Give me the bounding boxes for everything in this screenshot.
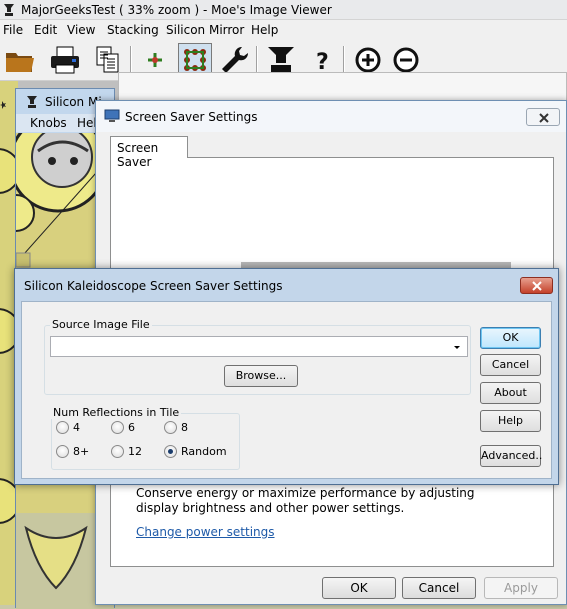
source-image-group-label: Source Image File (50, 318, 152, 331)
apply-button[interactable]: Apply (484, 577, 558, 599)
kaleidoscope-titlebar: Silicon Kaleidoscope Screen Saver Settin… (15, 269, 558, 301)
radio-label: 8+ (73, 445, 90, 458)
main-window-title: MajorGeeksTest ( 33% zoom ) - Moe's Imag… (21, 3, 332, 17)
kaleidoscope-settings-dialog: Silicon Kaleidoscope Screen Saver Settin… (14, 268, 559, 485)
print-icon[interactable] (48, 43, 82, 77)
menu-edit[interactable]: Edit (34, 23, 57, 37)
advanced-button[interactable]: Advanced.. (480, 445, 542, 467)
ok-button[interactable]: OK (480, 327, 541, 349)
toolbar-separator (256, 46, 258, 74)
radio-indicator (111, 421, 124, 434)
menu-stacking[interactable]: Stacking (107, 23, 159, 37)
close-icon (532, 281, 542, 291)
anvil-icon (27, 96, 37, 108)
kaleidoscope-dialog-body: Source Image File Browse... Num Reflecti… (21, 301, 552, 479)
radio-indicator (56, 421, 69, 434)
help-button[interactable]: Help (480, 410, 541, 432)
about-button[interactable]: About (480, 382, 541, 404)
radio-label: 6 (128, 421, 135, 434)
cancel-button[interactable]: Cancel (480, 354, 541, 376)
radio-indicator (111, 445, 124, 458)
close-button[interactable] (526, 108, 560, 126)
main-titlebar: MajorGeeksTest ( 33% zoom ) - Moe's Imag… (0, 0, 567, 20)
kaleidoscope-dialog-title: Silicon Kaleidoscope Screen Saver Settin… (24, 279, 283, 293)
menu-knobs[interactable]: Knobs (30, 116, 67, 130)
chevron-down-icon (454, 346, 460, 349)
radio-label: 12 (128, 445, 142, 458)
change-power-settings-link[interactable]: Change power settings (136, 525, 275, 539)
radio-indicator-checked (164, 445, 177, 458)
close-button[interactable] (520, 277, 553, 294)
screensaver-titlebar: Screen Saver Settings (96, 101, 566, 132)
menu-help[interactable]: Help (251, 23, 278, 37)
menu-help-mirror[interactable]: Hel (77, 116, 97, 130)
menu-view[interactable]: View (67, 23, 95, 37)
ok-button[interactable]: OK (322, 577, 396, 599)
browse-button[interactable]: Browse... (224, 365, 298, 387)
radio-indicator (56, 445, 69, 458)
radio-indicator (164, 421, 177, 434)
radio-label: 8 (181, 421, 188, 434)
mirror-window-title: Silicon Mi (45, 95, 102, 109)
source-image-combobox[interactable] (50, 336, 468, 357)
reflections-group-label: Num Reflections in Tile (51, 406, 182, 419)
tab-screen-saver-label: Screen Saver (117, 141, 159, 169)
menu-file[interactable]: File (3, 23, 23, 37)
cancel-button[interactable]: Cancel (402, 577, 476, 599)
power-settings-description: Conserve energy or maximize performance … (136, 486, 475, 515)
radio-label: 4 (73, 421, 80, 434)
tab-screen-saver[interactable]: Screen Saver (110, 136, 188, 169)
anvil-app-icon (4, 4, 14, 16)
toolbar-separator (343, 46, 345, 74)
radio-label: Random (181, 445, 227, 458)
monitor-icon (104, 109, 120, 122)
close-icon (539, 113, 549, 123)
open-folder-icon[interactable] (3, 43, 37, 77)
main-menubar: File Edit View Stacking Silicon Mirror H… (0, 20, 567, 40)
menu-silicon-mirror[interactable]: Silicon Mirror (166, 23, 244, 37)
toolbar-separator (130, 46, 132, 74)
screensaver-dialog-title: Screen Saver Settings (125, 110, 258, 124)
